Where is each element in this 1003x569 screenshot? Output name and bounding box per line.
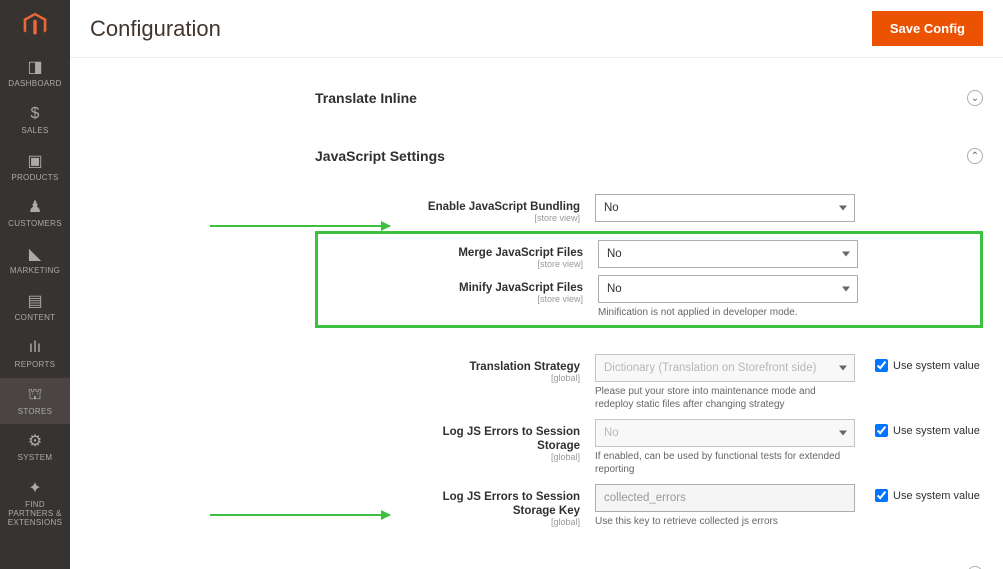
field-scope: [global] — [405, 517, 580, 527]
field-enable-js-bundling: Enable JavaScript Bundling [store view] … — [315, 194, 983, 223]
page-title: Configuration — [90, 16, 221, 42]
megaphone-icon: ◣ — [25, 245, 45, 263]
layers-icon: ▤ — [25, 292, 45, 310]
log-errors-select: No — [595, 419, 855, 447]
sidebar-item-marketing[interactable]: ◣MARKETING — [0, 237, 70, 284]
use-system-label: Use system value — [893, 360, 980, 372]
sidebar-item-reports[interactable]: ılıREPORTS — [0, 331, 70, 378]
magento-logo[interactable] — [0, 0, 70, 50]
sidebar-item-content[interactable]: ▤CONTENT — [0, 284, 70, 331]
page-header: Configuration Save Config — [70, 0, 1003, 58]
person-icon: ♟ — [25, 198, 45, 216]
field-note: Use this key to retrieve collected js er… — [595, 515, 855, 528]
bars-icon: ılı — [25, 339, 45, 357]
gear-icon: ⚙ — [25, 432, 45, 450]
section-translate-inline[interactable]: Translate Inline ⌄ — [315, 78, 983, 118]
field-label: Log JS Errors to Session Storage Key — [443, 491, 580, 517]
field-note: Minification is not applied in developer… — [598, 306, 858, 319]
field-label: Log JS Errors to Session Storage — [443, 426, 580, 452]
sidebar-item-dashboard[interactable]: ◨DASHBOARD — [0, 50, 70, 97]
minify-js-select[interactable]: No — [598, 275, 858, 303]
field-scope: [global] — [405, 452, 580, 462]
collapse-icon: ⌃ — [967, 148, 983, 164]
use-system-checkbox[interactable] — [875, 489, 888, 502]
field-label: Enable JavaScript Bundling — [428, 201, 580, 213]
field-label: Translation Strategy — [469, 361, 580, 373]
expand-icon: ⌄ — [967, 90, 983, 106]
dollar-icon: $ — [25, 105, 45, 123]
field-scope: [global] — [405, 373, 580, 383]
annotation-arrow-js — [210, 225, 390, 227]
annotation-arrow-css — [210, 514, 390, 516]
field-log-js-errors-key: Log JS Errors to Session Storage Key [gl… — [315, 484, 983, 528]
section-title: JavaScript Settings — [315, 148, 445, 164]
sidebar-item-sales[interactable]: $SALES — [0, 97, 70, 144]
merge-js-select[interactable]: No — [598, 240, 858, 268]
use-system-checkbox[interactable] — [875, 424, 888, 437]
field-scope: [store view] — [408, 294, 583, 304]
field-minify-js: Minify JavaScript Files [store view] No … — [318, 275, 980, 319]
field-merge-js: Merge JavaScript Files [store view] No — [318, 240, 980, 269]
bundling-select[interactable]: No — [595, 194, 855, 222]
field-note: If enabled, can be used by functional te… — [595, 450, 855, 476]
section-javascript-settings[interactable]: JavaScript Settings ⌃ — [315, 136, 983, 176]
sidebar-item-stores[interactable]: ⛫STORES — [0, 378, 70, 425]
config-content: Translate Inline ⌄ JavaScript Settings ⌃… — [70, 58, 1003, 569]
field-log-js-errors: Log JS Errors to Session Storage [global… — [315, 419, 983, 476]
sidebar-item-products[interactable]: ▣PRODUCTS — [0, 144, 70, 191]
field-note: Please put your store into maintenance m… — [595, 385, 855, 411]
use-system-checkbox[interactable] — [875, 359, 888, 372]
field-label: Merge JavaScript Files — [458, 247, 583, 259]
log-key-input — [595, 484, 855, 512]
dashboard-icon: ◨ — [25, 58, 45, 76]
use-system-label: Use system value — [893, 490, 980, 502]
field-translation-strategy: Translation Strategy [global] Dictionary… — [315, 354, 983, 411]
translation-select: Dictionary (Translation on Storefront si… — [595, 354, 855, 382]
save-config-button[interactable]: Save Config — [872, 11, 983, 46]
field-label: Minify JavaScript Files — [459, 282, 583, 294]
storefront-icon: ⛫ — [25, 386, 45, 404]
use-system-label: Use system value — [893, 425, 980, 437]
field-scope: [store view] — [405, 213, 580, 223]
package-icon: ▣ — [25, 152, 45, 170]
admin-sidebar: ◨DASHBOARD $SALES ▣PRODUCTS ♟CUSTOMERS ◣… — [0, 0, 70, 569]
sidebar-item-customers[interactable]: ♟CUSTOMERS — [0, 190, 70, 237]
puzzle-icon: ✦ — [25, 479, 45, 497]
highlight-js-merge-minify: Merge JavaScript Files [store view] No M… — [315, 231, 983, 328]
field-scope: [store view] — [408, 259, 583, 269]
section-title: Translate Inline — [315, 90, 417, 106]
sidebar-item-partners[interactable]: ✦FIND PARTNERS & EXTENSIONS — [0, 471, 70, 535]
sidebar-item-system[interactable]: ⚙SYSTEM — [0, 424, 70, 471]
section-css-settings[interactable]: CSS Settings ⌃ — [315, 554, 983, 569]
